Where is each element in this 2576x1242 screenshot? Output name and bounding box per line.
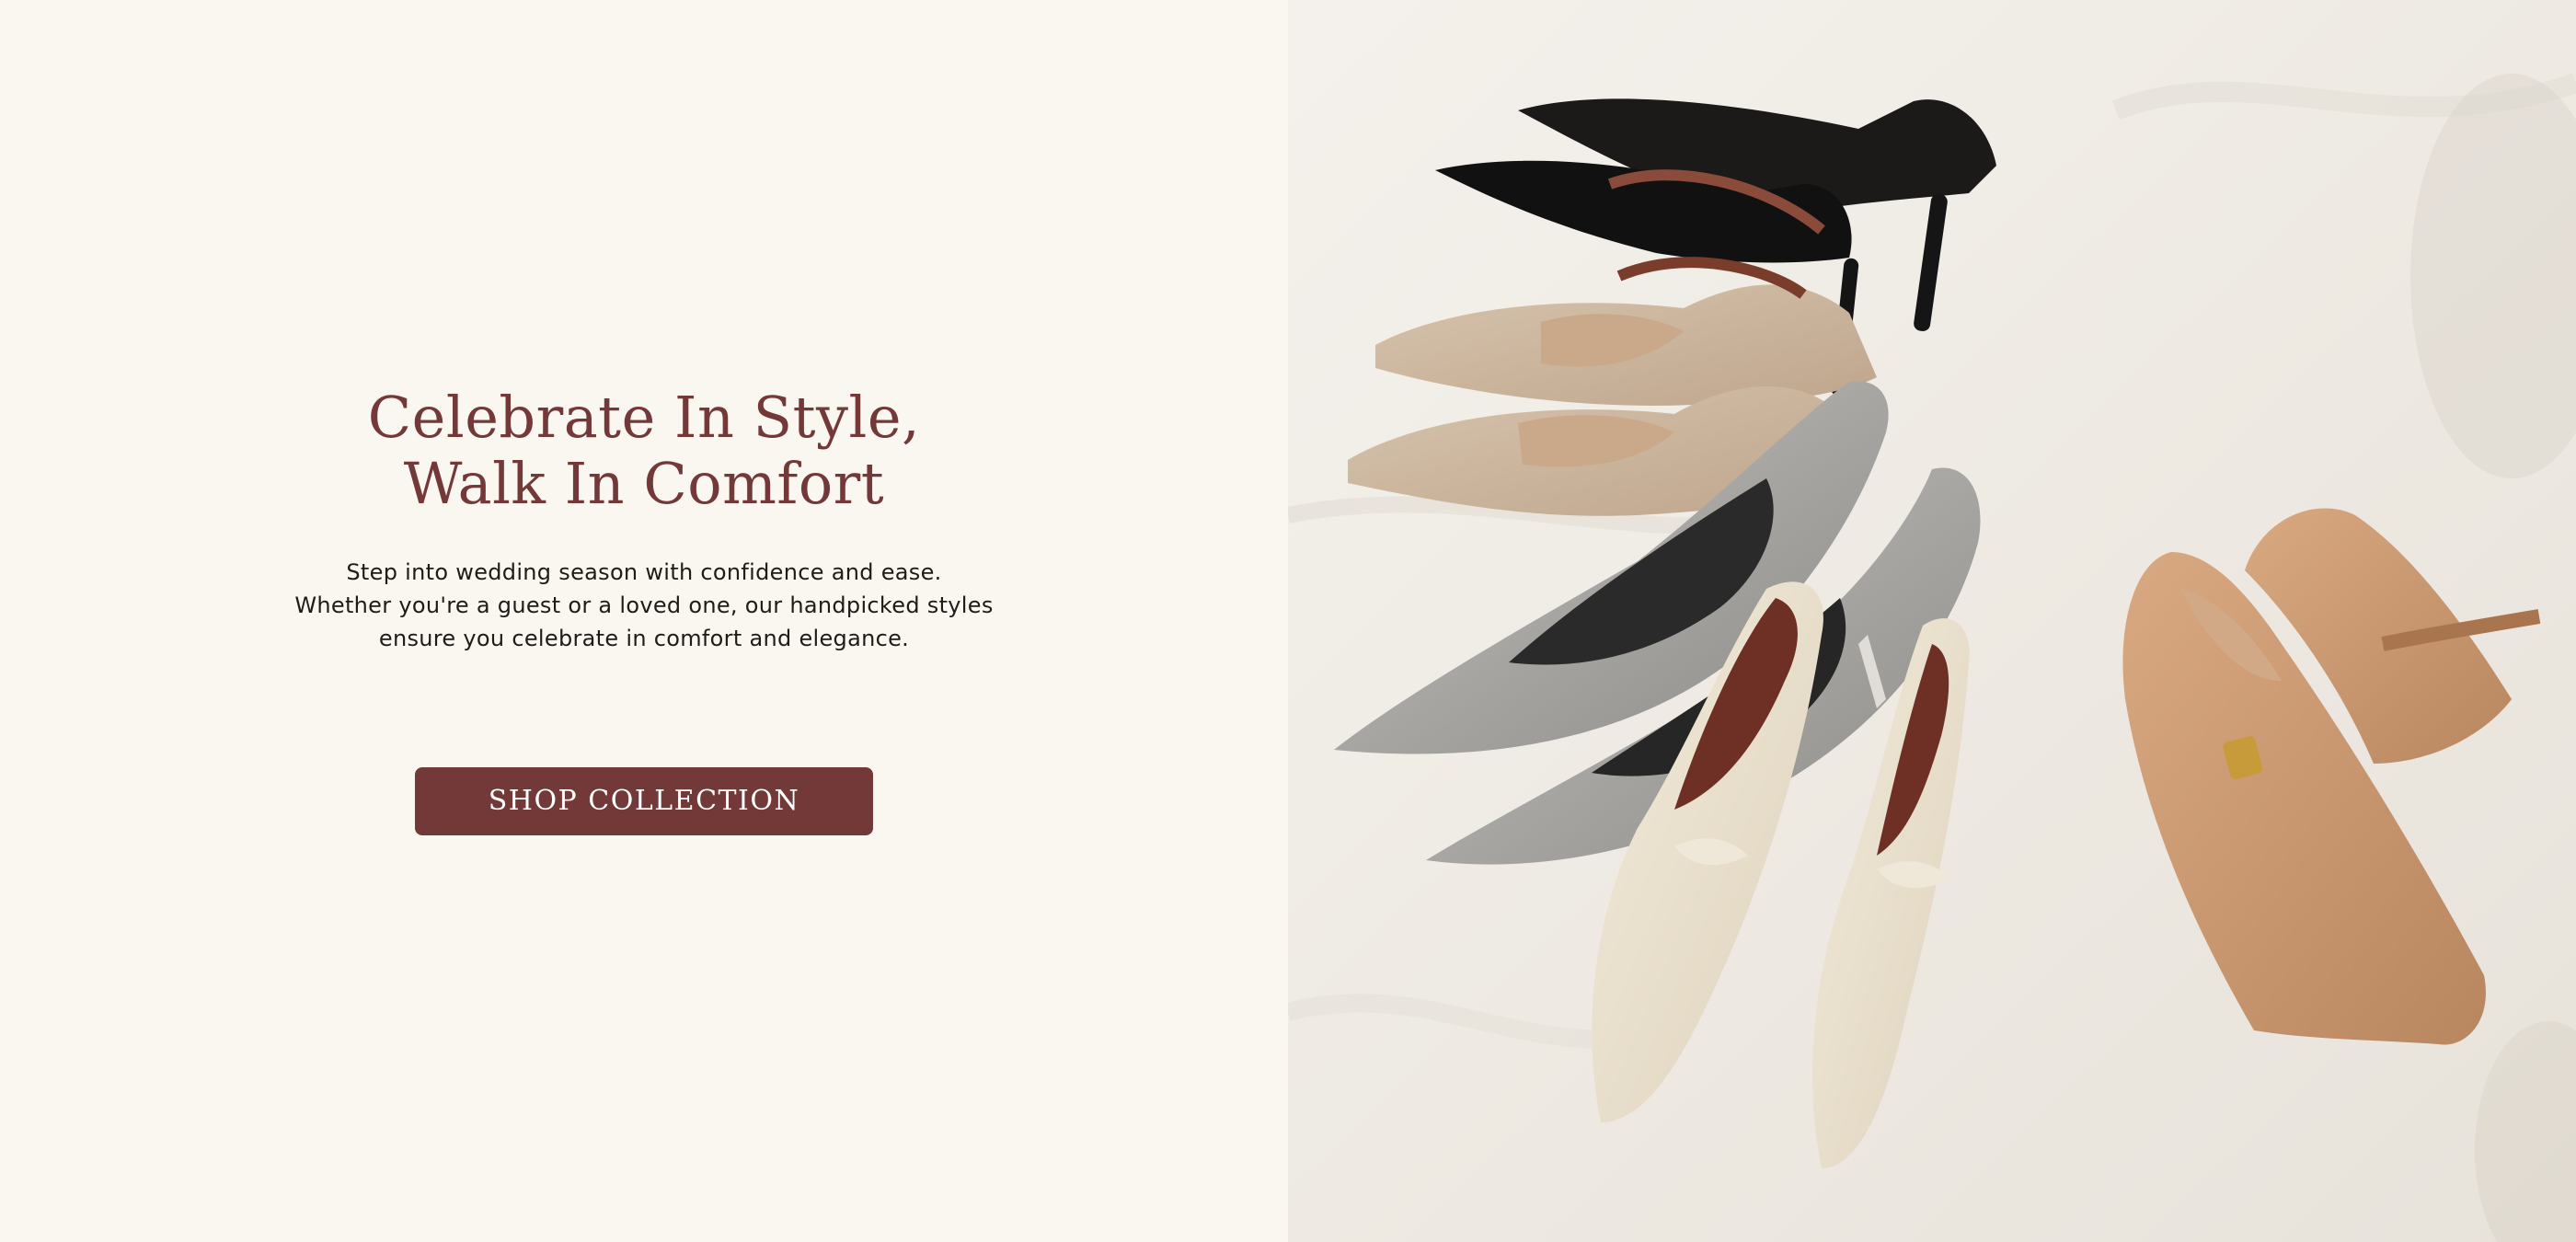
hero-text-panel: Celebrate In Style, Walk In Comfort Step… [0, 0, 1288, 1242]
hero-title-line-1: Celebrate In Style, [367, 384, 921, 451]
hero-banner: Celebrate In Style, Walk In Comfort Step… [0, 0, 2576, 1242]
hero-description: Step into wedding season with confidence… [294, 559, 994, 651]
hero-title-line-2: Walk In Comfort [403, 450, 885, 517]
shoes-photo [1288, 0, 2576, 1242]
hero-title: Celebrate In Style, Walk In Comfort [0, 385, 1288, 517]
shop-collection-button[interactable]: SHOP COLLECTION [415, 767, 873, 835]
hero-content: Celebrate In Style, Walk In Comfort Step… [0, 385, 1288, 835]
hero-image[interactable] [1288, 0, 2576, 1242]
